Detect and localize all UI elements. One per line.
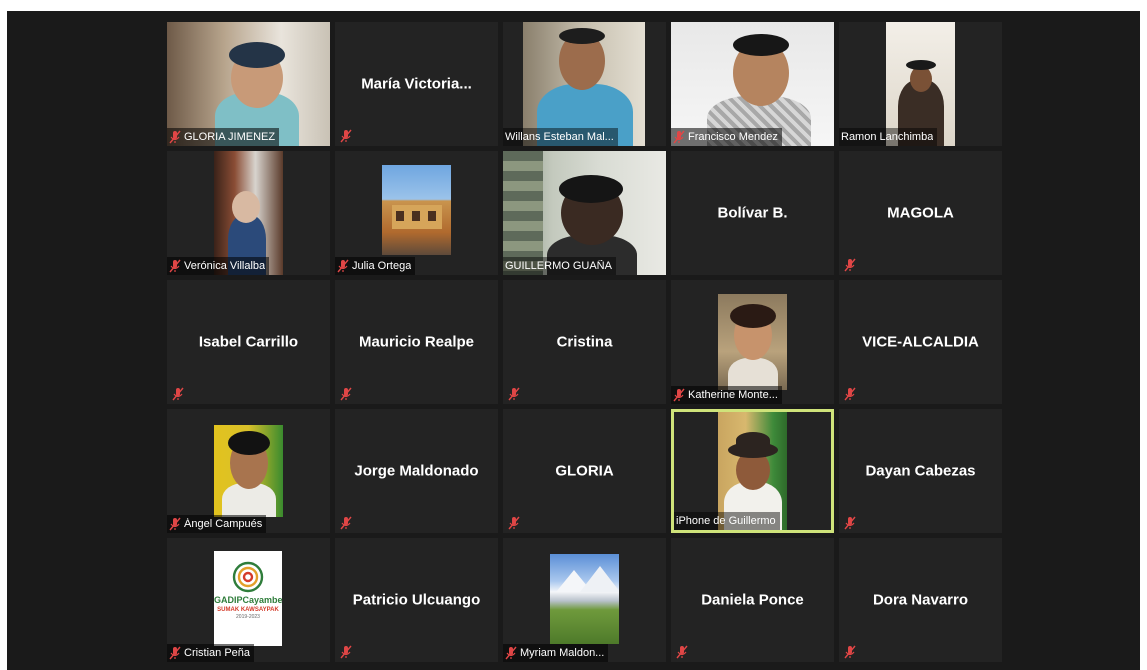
participant-name-label: Francisco Mendez xyxy=(671,128,782,146)
participant-tile[interactable]: Mauricio Realpe xyxy=(335,280,498,404)
muted-mic-icon xyxy=(340,516,352,530)
participant-tile[interactable]: VICE-ALCALDIA xyxy=(839,280,1002,404)
participant-tile[interactable]: Ramon Lanchimba xyxy=(839,22,1002,146)
muted-mic-icon xyxy=(508,516,520,530)
logo-subtitle-text: SUMAK KAWSAYPAK xyxy=(217,607,279,613)
muted-mic-icon xyxy=(844,516,856,530)
participant-tile[interactable]: Ángel Campués xyxy=(167,409,330,533)
participant-tile[interactable]: Daniela Ponce xyxy=(671,538,834,662)
participant-tile[interactable]: Bolívar B. xyxy=(671,151,834,275)
participant-name: Daniela Ponce xyxy=(701,591,804,609)
muted-mic-icon xyxy=(508,387,520,401)
participant-name: Dayan Cabezas xyxy=(865,462,976,480)
participant-name: VICE-ALCALDIA xyxy=(862,333,979,351)
participant-tile[interactable]: Cristina xyxy=(503,280,666,404)
participant-name-label: GLORIA JIMENEZ xyxy=(167,128,280,146)
participant-name-label: Julia Ortega xyxy=(335,257,416,275)
participant-name-label: Ramon Lanchimba xyxy=(839,128,938,146)
participant-name-label: GUILLERMO GUAÑA xyxy=(503,257,616,275)
participant-tile[interactable]: Francisco Mendez xyxy=(671,22,834,146)
participant-name-label: iPhone de Guillermo xyxy=(674,512,780,530)
participant-tile[interactable]: Willans Esteban Mal... xyxy=(503,22,666,146)
muted-mic-icon xyxy=(169,517,181,531)
participant-name: MAGOLA xyxy=(887,204,954,222)
spiral-logo-icon xyxy=(232,561,264,593)
muted-mic-icon xyxy=(169,646,181,660)
muted-mic-icon xyxy=(340,129,352,143)
participant-tile[interactable]: GLORIA xyxy=(503,409,666,533)
participant-tile[interactable]: GUILLERMO GUAÑA xyxy=(503,151,666,275)
participant-tile[interactable]: Verónica Villalba xyxy=(167,151,330,275)
participant-name-label: Katherine Monte... xyxy=(671,386,782,404)
participant-tile[interactable]: Isabel Carrillo xyxy=(167,280,330,404)
participant-tile[interactable]: Myriam Maldon... xyxy=(503,538,666,662)
muted-mic-icon xyxy=(505,646,517,660)
participant-name: Cristina xyxy=(556,333,613,351)
participant-name-label: Myriam Maldon... xyxy=(503,644,609,662)
participant-name-label: Willans Esteban Mal... xyxy=(503,128,618,146)
participant-tile[interactable]: GLORIA JIMENEZ xyxy=(167,22,330,146)
participant-name: GLORIA xyxy=(555,462,614,480)
participant-video xyxy=(382,165,451,255)
participant-tile[interactable]: Katherine Monte... xyxy=(671,280,834,404)
muted-mic-icon xyxy=(172,387,184,401)
muted-mic-icon xyxy=(844,645,856,659)
logo-brand-text: GADIPCayambe xyxy=(214,595,283,605)
participant-tile[interactable]: María Victoria... xyxy=(335,22,498,146)
participant-video xyxy=(550,554,619,644)
participant-name-label: Verónica Villalba xyxy=(167,257,270,275)
muted-mic-icon xyxy=(340,387,352,401)
muted-mic-icon xyxy=(844,258,856,272)
participant-tile[interactable]: Dayan Cabezas xyxy=(839,409,1002,533)
participant-video xyxy=(214,425,283,517)
gallery-grid: GLORIA JIMENEZ María Victoria... Willans… xyxy=(167,22,1002,670)
muted-mic-icon xyxy=(673,130,685,144)
muted-mic-icon xyxy=(337,259,349,273)
participant-tile[interactable]: Julia Ortega xyxy=(335,151,498,275)
muted-mic-icon xyxy=(340,645,352,659)
participant-name: María Victoria... xyxy=(361,75,472,93)
participant-tile[interactable]: Patricio Ulcuango xyxy=(335,538,498,662)
participant-name: Patricio Ulcuango xyxy=(352,591,481,609)
logo-years-text: 2019-2023 xyxy=(236,614,260,620)
muted-mic-icon xyxy=(673,388,685,402)
muted-mic-icon xyxy=(844,387,856,401)
participant-name-label: Ángel Campués xyxy=(167,515,267,533)
muted-mic-icon xyxy=(169,259,181,273)
participant-name: Jorge Maldonado xyxy=(354,462,479,480)
muted-mic-icon xyxy=(676,645,688,659)
participant-tile[interactable]: Dora Navarro xyxy=(839,538,1002,662)
muted-mic-icon xyxy=(169,130,181,144)
participant-tile[interactable]: GADIPCayambe SUMAK KAWSAYPAK 2019-2023 C… xyxy=(167,538,330,662)
meeting-window: GLORIA JIMENEZ María Victoria... Willans… xyxy=(7,11,1140,670)
participant-name-label: Cristian Peña xyxy=(167,644,255,662)
participant-name: Isabel Carrillo xyxy=(198,333,299,351)
participant-tile[interactable]: MAGOLA xyxy=(839,151,1002,275)
participant-name: Dora Navarro xyxy=(872,591,969,609)
participant-tile[interactable]: Jorge Maldonado xyxy=(335,409,498,533)
participant-tile-active-speaker[interactable]: iPhone de Guillermo xyxy=(671,409,834,533)
participant-name: Mauricio Realpe xyxy=(358,333,475,351)
participant-name: Bolívar B. xyxy=(717,204,788,222)
gadip-cayambe-logo: GADIPCayambe SUMAK KAWSAYPAK 2019-2023 xyxy=(214,551,283,646)
participant-video xyxy=(718,294,787,390)
